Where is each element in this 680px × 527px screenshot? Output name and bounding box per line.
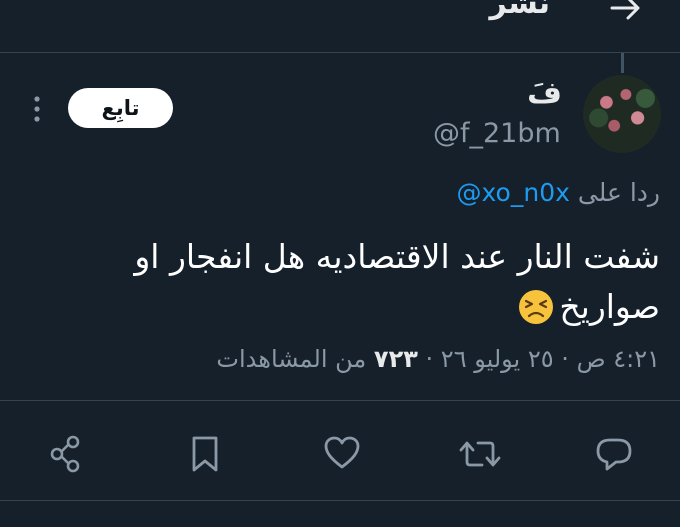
reply-prefix: ردا على: [577, 178, 660, 207]
divider: [0, 500, 680, 501]
tweet-time[interactable]: ٤:٢١ ص: [577, 345, 660, 373]
tweet-date[interactable]: ٢٥ يوليو ٢٦: [441, 345, 554, 373]
reply-mention-link[interactable]: @xo_n0x: [457, 178, 570, 207]
arrow-right-icon[interactable]: [606, 0, 646, 28]
author-handle[interactable]: @f_21bm: [433, 118, 561, 149]
author-display-name[interactable]: فَ: [527, 76, 562, 111]
persevering-face-emoji: [517, 288, 555, 326]
meta-separator: ·: [561, 345, 569, 373]
divider: [0, 400, 680, 401]
top-header: نشر: [0, 0, 680, 53]
author-avatar[interactable]: [583, 75, 661, 153]
more-vertical-icon[interactable]: [30, 94, 44, 124]
share-icon[interactable]: [46, 432, 86, 476]
tweet-meta: ٤:٢١ ص · ٢٥ يوليو ٢٦ · ٧٢٣ من المشاهدات: [216, 345, 660, 373]
tweet-text: شفت النار عند الاقتصاديه هل انفجار او صو…: [134, 237, 660, 326]
tweet-body: شفت النار عند الاقتصاديه هل انفجار او صو…: [100, 232, 660, 332]
views-label: من المشاهدات: [216, 345, 367, 373]
replying-to: ردا على @xo_n0x: [457, 178, 660, 207]
meta-separator: ·: [425, 345, 434, 373]
header-title: نشر: [489, 0, 550, 21]
reply-icon[interactable]: [594, 432, 634, 476]
follow-button[interactable]: تابِع: [68, 88, 173, 128]
like-icon[interactable]: [322, 432, 362, 476]
views-count: ٧٢٣: [373, 345, 418, 373]
thread-connector-line: [621, 53, 624, 73]
retweet-icon[interactable]: [458, 432, 501, 476]
bookmark-icon[interactable]: [186, 432, 226, 476]
tweet-actions-bar: [0, 432, 680, 482]
